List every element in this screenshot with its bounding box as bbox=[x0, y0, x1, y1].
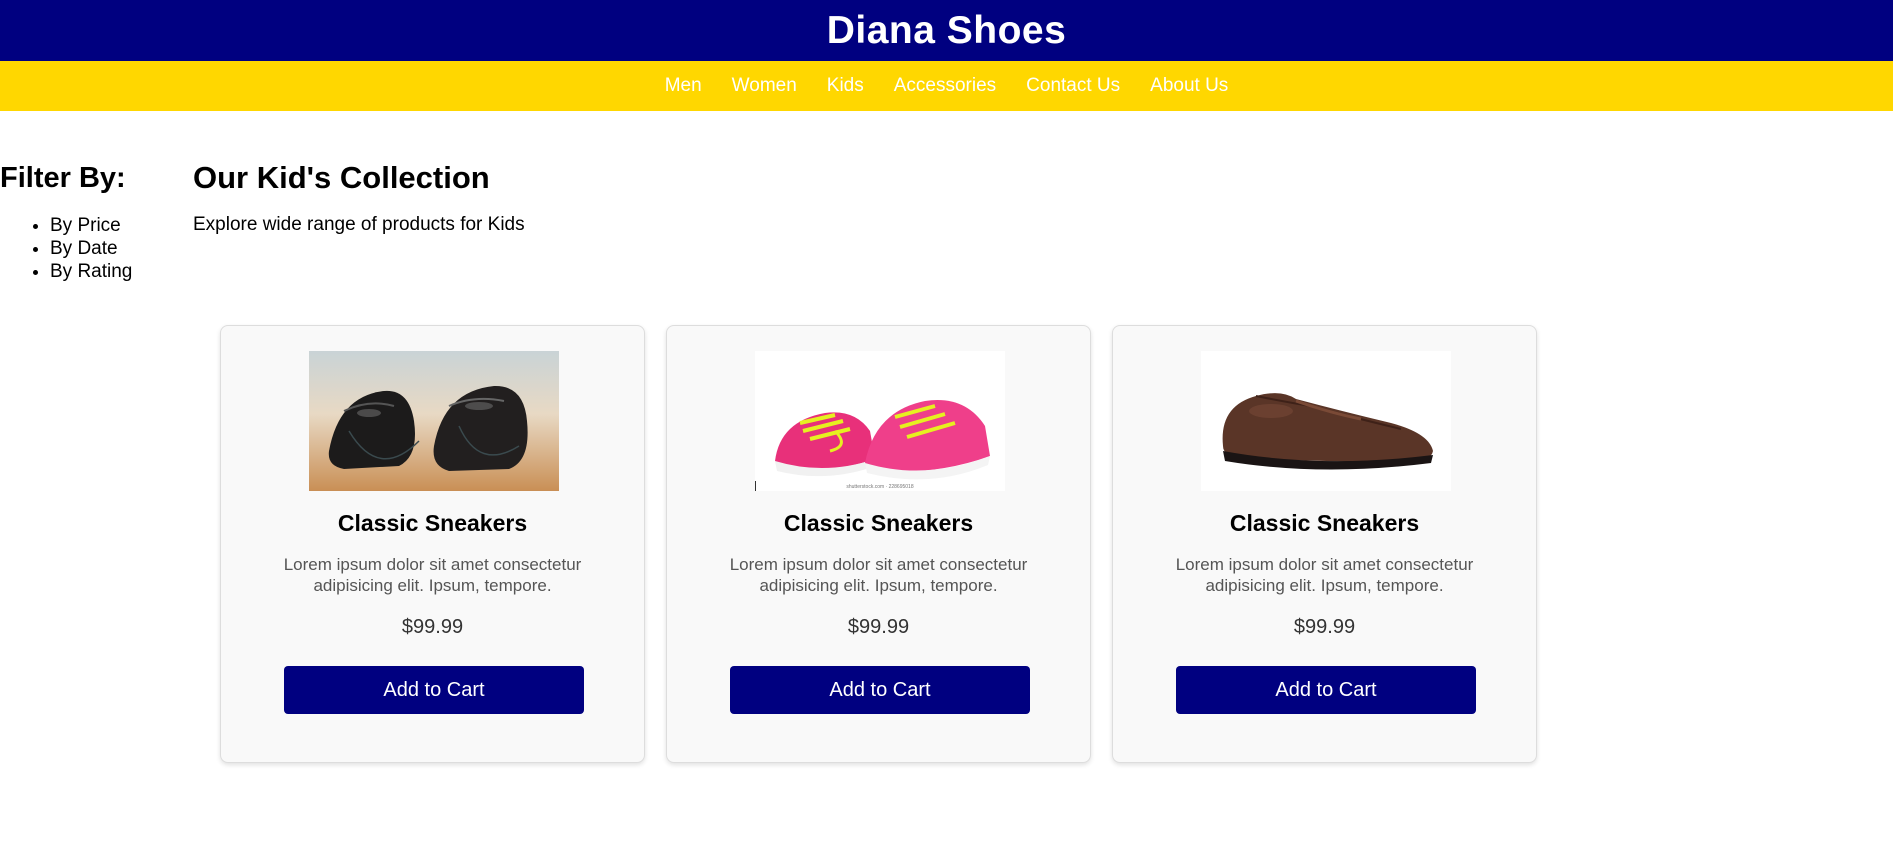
filter-list: By Price By Date By Rating bbox=[0, 214, 180, 283]
filter-option-date[interactable]: By Date bbox=[50, 237, 180, 260]
nav-link-women[interactable]: Women bbox=[717, 75, 812, 97]
svg-text:shutterstock.com · 228695018: shutterstock.com · 228695018 bbox=[846, 484, 913, 490]
filter-heading: Filter By: bbox=[0, 162, 126, 194]
product-price: $99.99 bbox=[1293, 616, 1356, 638]
site-title: Diana Shoes bbox=[826, 8, 1067, 52]
filter-sidebar: Filter By: By Price By Date By Rating bbox=[0, 160, 180, 283]
add-to-cart-button[interactable]: Add to Cart bbox=[1176, 666, 1476, 714]
nav-link-kids[interactable]: Kids bbox=[812, 75, 879, 97]
collection-title: Our Kid's Collection bbox=[193, 160, 490, 195]
nav-link-accessories[interactable]: Accessories bbox=[879, 75, 1011, 97]
add-to-cart-button[interactable]: Add to Cart bbox=[284, 666, 584, 714]
site-header: Diana Shoes bbox=[0, 0, 1893, 61]
nav-link-men[interactable]: Men bbox=[650, 75, 717, 97]
product-name: Classic Sneakers bbox=[783, 510, 974, 536]
collection-subtitle: Explore wide range of products for Kids bbox=[193, 214, 525, 235]
product-card: Classic Sneakers Lorem ipsum dolor sit a… bbox=[1112, 325, 1537, 763]
collection-intro: Our Kid's Collection Explore wide range … bbox=[193, 160, 525, 236]
product-card: Classic Sneakers Lorem ipsum dolor sit a… bbox=[220, 325, 645, 763]
product-description: Lorem ipsum dolor sit amet consectetur a… bbox=[729, 555, 1028, 595]
product-card: shutterstock.com · 228695018 Classic Sne… bbox=[666, 325, 1091, 763]
product-description: Lorem ipsum dolor sit amet consectetur a… bbox=[1175, 555, 1474, 595]
pink-sneakers-image[interactable]: shutterstock.com · 228695018 bbox=[755, 351, 1005, 491]
add-to-cart-button[interactable]: Add to Cart bbox=[730, 666, 1030, 714]
filter-option-rating[interactable]: By Rating bbox=[50, 260, 180, 283]
black-leather-shoes-image[interactable] bbox=[309, 351, 559, 491]
product-grid: Classic Sneakers Lorem ipsum dolor sit a… bbox=[220, 325, 1537, 763]
main-nav: Men Women Kids Accessories Contact Us Ab… bbox=[0, 61, 1893, 111]
brown-loafer-image[interactable] bbox=[1201, 351, 1451, 491]
product-name: Classic Sneakers bbox=[1229, 510, 1420, 536]
filter-option-price[interactable]: By Price bbox=[50, 214, 180, 237]
product-price: $99.99 bbox=[401, 616, 464, 638]
nav-link-contact-us[interactable]: Contact Us bbox=[1011, 75, 1135, 97]
nav-link-about-us[interactable]: About Us bbox=[1135, 75, 1243, 97]
product-name: Classic Sneakers bbox=[337, 510, 528, 536]
product-description: Lorem ipsum dolor sit amet consectetur a… bbox=[283, 555, 582, 595]
product-price: $99.99 bbox=[847, 616, 910, 638]
